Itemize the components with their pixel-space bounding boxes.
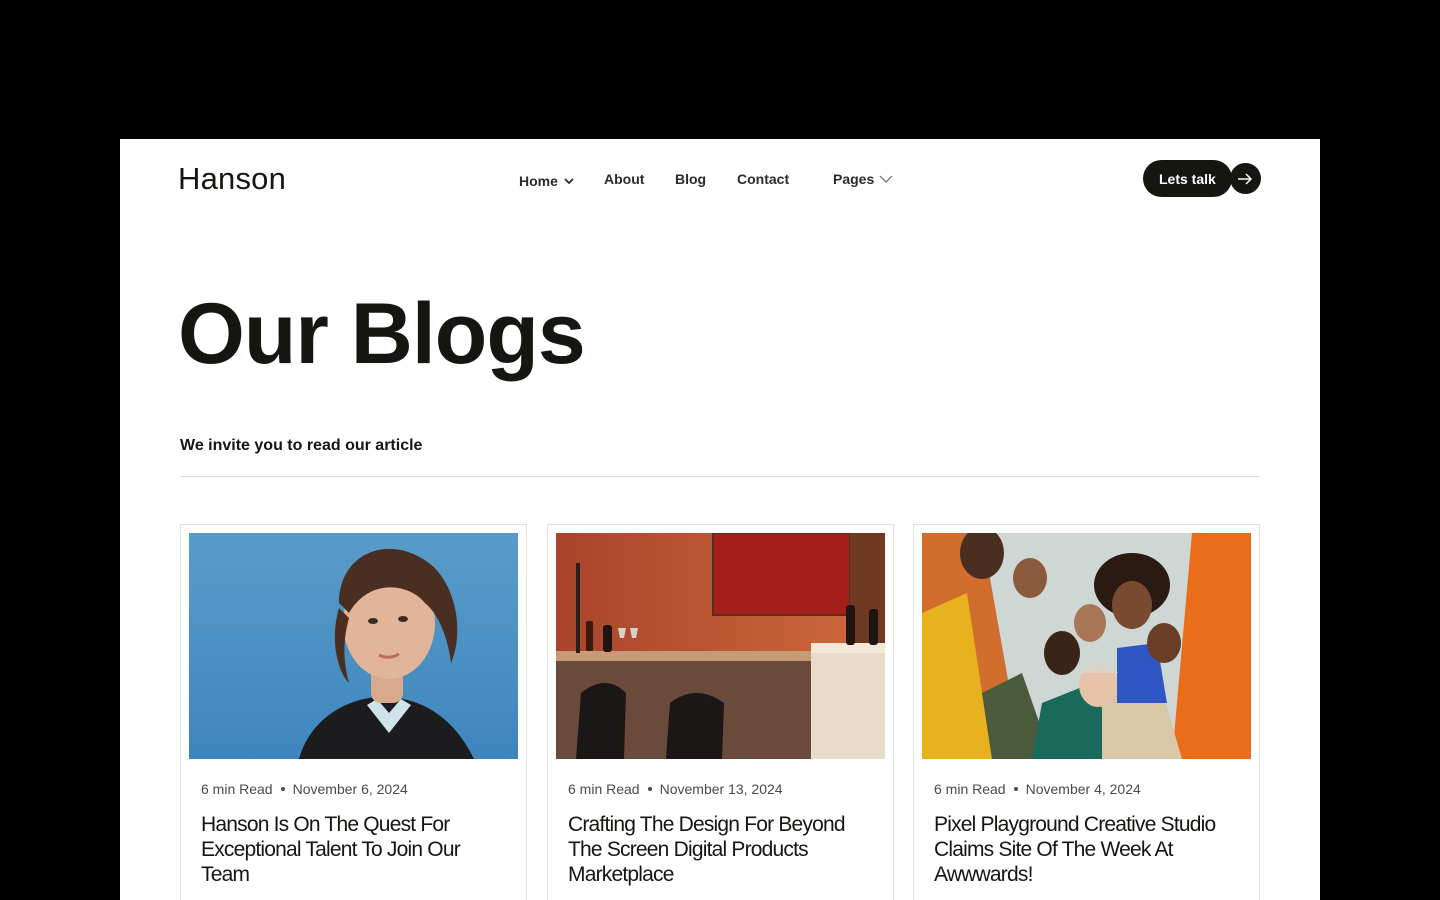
nav-about-label: About [604, 171, 645, 187]
blog-image-portrait[interactable] [189, 533, 518, 759]
arrow-right-icon[interactable] [1229, 163, 1261, 194]
blog-image-interior[interactable] [556, 533, 885, 759]
post-meta: 6 min Read November 4, 2024 [934, 781, 1141, 797]
nav-pages[interactable]: Pages [833, 171, 894, 187]
cta-group: Lets talk [1143, 160, 1261, 197]
blog-card[interactable]: 6 min Read November 6, 2024 Hanson Is On… [180, 524, 527, 900]
chevron-down-icon [878, 172, 894, 186]
nav-pages-label: Pages [833, 171, 875, 187]
nav-blog[interactable]: Blog [675, 171, 706, 187]
blog-card[interactable]: 6 min Read November 13, 2024 Crafting Th… [547, 524, 894, 900]
read-time: 6 min Read [568, 781, 640, 797]
post-date: November 4, 2024 [1025, 781, 1141, 797]
separator-dot [647, 787, 652, 791]
post-meta: 6 min Read November 6, 2024 [201, 781, 408, 797]
nav-home[interactable]: Home [519, 173, 576, 189]
lets-talk-button[interactable]: Lets talk [1143, 160, 1232, 197]
nav-blog-label: Blog [675, 171, 707, 187]
post-date: November 13, 2024 [659, 781, 783, 797]
page-subtitle: We invite you to read our article [180, 437, 423, 454]
nav-contact-label: Contact [737, 171, 790, 187]
page-frame: Hanson Home About Blog Contact Pages Let… [120, 139, 1320, 900]
page-title: Our Blogs [178, 286, 586, 382]
post-title[interactable]: Hanson Is On The Quest For Exceptional T… [201, 812, 501, 887]
chevron-down-icon [562, 174, 576, 188]
divider [180, 476, 1260, 477]
blog-card[interactable]: 6 min Read November 4, 2024 Pixel Playgr… [913, 524, 1260, 900]
read-time: 6 min Read [201, 781, 273, 797]
blog-image-group[interactable] [922, 533, 1251, 759]
read-time: 6 min Read [934, 781, 1006, 797]
separator-dot [1013, 787, 1018, 791]
post-meta: 6 min Read November 13, 2024 [568, 781, 783, 797]
post-date: November 6, 2024 [292, 781, 408, 797]
nav-about[interactable]: About [604, 171, 644, 187]
separator-dot [280, 787, 285, 791]
nav-home-label: Home [519, 173, 558, 189]
main-nav: Home About Blog Contact Pages [120, 171, 1320, 191]
nav-contact[interactable]: Contact [737, 171, 789, 187]
post-title[interactable]: Pixel Playground Creative Studio Claims … [934, 812, 1234, 887]
post-title[interactable]: Crafting The Design For Beyond The Scree… [568, 812, 868, 887]
